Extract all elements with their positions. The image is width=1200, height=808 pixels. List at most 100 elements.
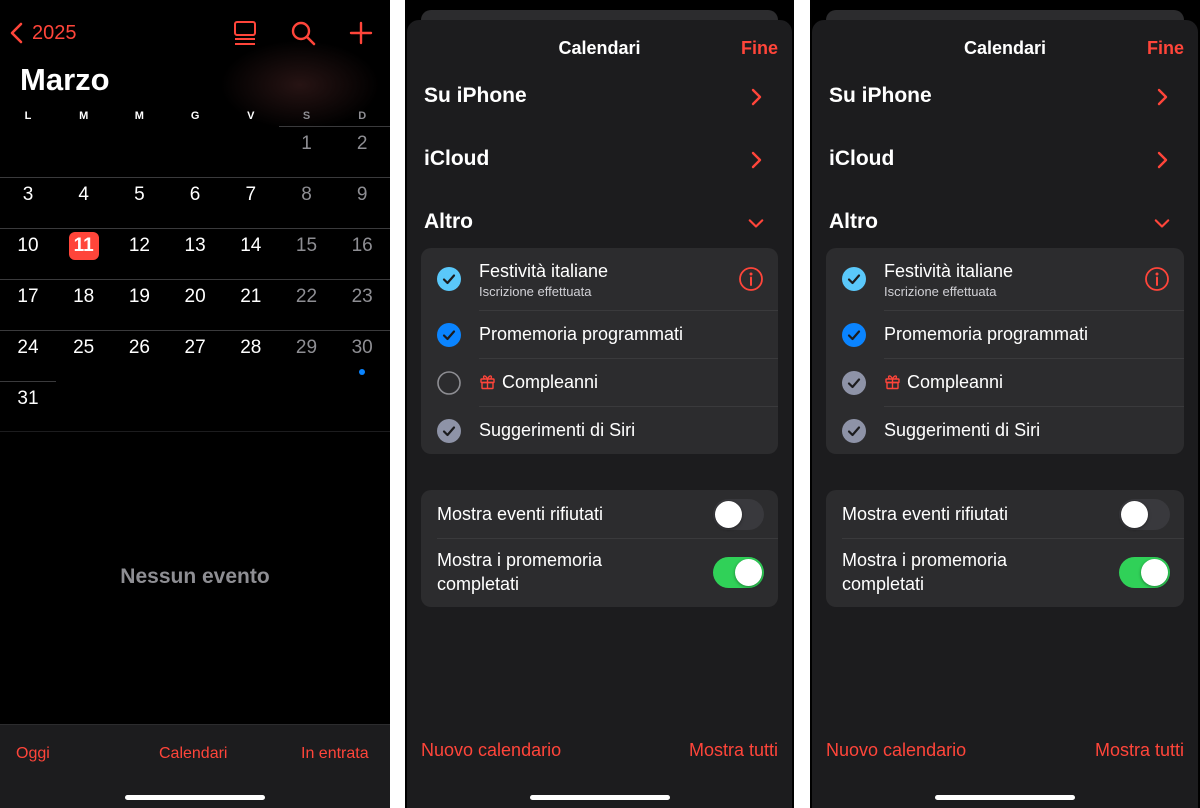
separator	[842, 538, 1184, 539]
calendar-checkbox[interactable]	[842, 371, 866, 395]
completed-reminders-toggle[interactable]	[1119, 557, 1170, 588]
new-calendar-button[interactable]: Nuovo calendario	[421, 740, 561, 761]
day-cell[interactable]: 7	[223, 180, 279, 210]
day-cell[interactable]: 21	[223, 282, 279, 312]
event-dot	[359, 369, 366, 375]
day-cell[interactable]: 27	[167, 333, 223, 363]
day-cell[interactable]: 1	[279, 129, 335, 159]
calendar-checkbox[interactable]	[842, 267, 866, 291]
day-cell[interactable]: 28	[223, 333, 279, 363]
day-cell[interactable]: 17	[0, 282, 56, 312]
calendar-checkbox[interactable]	[437, 267, 461, 291]
home-indicator	[125, 795, 265, 800]
day-cell[interactable]: 6	[167, 180, 223, 210]
day-cell[interactable]: 13	[167, 231, 223, 261]
day-cell[interactable]: 25	[56, 333, 112, 363]
calendar-item-promemoria[interactable]: Promemoria programmati	[421, 311, 778, 358]
day-number: 15	[295, 235, 318, 256]
day-cell[interactable]: 30	[334, 333, 390, 363]
day-number: 16	[351, 235, 373, 256]
other-calendars-list: Festività italiane Iscrizione effettuata…	[826, 248, 1184, 454]
day-cell[interactable]: 12	[111, 231, 167, 261]
search-icon	[291, 21, 316, 46]
checkmark-icon	[842, 267, 866, 291]
day-cell[interactable]: 19	[111, 282, 167, 312]
day-cell[interactable]: 10	[0, 231, 56, 261]
day-cell[interactable]: 26	[111, 333, 167, 363]
day-cell[interactable]: 8	[279, 180, 335, 210]
checkmark-icon	[437, 419, 461, 443]
day-cell[interactable]: 18	[56, 282, 112, 312]
day-cell[interactable]: 23	[334, 282, 390, 312]
day-cell[interactable]: 31	[0, 384, 56, 414]
toggle-knob	[1121, 501, 1148, 528]
info-icon[interactable]	[738, 266, 764, 292]
week-separator	[0, 381, 56, 382]
sheet-title: Calendari	[558, 38, 641, 58]
completed-reminders-label: Mostra i promemoria completati	[842, 550, 1008, 594]
day-cell[interactable]: 3	[0, 180, 56, 210]
new-calendar-button[interactable]: Nuovo calendario	[826, 740, 966, 761]
weekday-label: M	[134, 110, 144, 122]
day-cell[interactable]: 29	[279, 333, 335, 363]
day-cell[interactable]: 2	[334, 129, 390, 159]
today-button[interactable]: Oggi	[16, 745, 50, 763]
completed-reminders-toggle[interactable]	[713, 557, 764, 588]
day-cell[interactable]: 24	[0, 333, 56, 363]
back-to-year-button[interactable]: 2025	[8, 18, 77, 48]
calendar-item-festivita[interactable]: Festività italiane Iscrizione effettuata	[826, 248, 1184, 310]
calendar-item-promemoria[interactable]: Promemoria programmati	[826, 311, 1184, 358]
calendar-checkbox[interactable]	[842, 323, 866, 347]
list-view-icon	[234, 21, 256, 45]
day-cell[interactable]: 16	[334, 231, 390, 261]
day-cell[interactable]: 15	[279, 231, 335, 261]
declined-events-toggle[interactable]	[1119, 499, 1170, 530]
calendar-item-siri[interactable]: Suggerimenti di Siri	[826, 407, 1184, 454]
back-label: 2025	[32, 21, 77, 44]
declined-events-toggle[interactable]	[713, 499, 764, 530]
section-su-iphone[interactable]: Su iPhone	[424, 82, 776, 112]
section-altro[interactable]: Altro	[829, 208, 1182, 238]
section-icloud[interactable]: iCloud	[829, 145, 1182, 175]
day-cell[interactable]: 11	[56, 231, 112, 261]
day-number: 29	[295, 337, 318, 358]
chevron-left-icon	[10, 22, 23, 44]
section-icloud[interactable]: iCloud	[424, 145, 776, 175]
list-view-button[interactable]	[230, 18, 260, 48]
calendar-item-festivita[interactable]: Festività italiane Iscrizione effettuata	[421, 248, 778, 310]
day-cell[interactable]: 14	[223, 231, 279, 261]
calendar-checkbox[interactable]	[437, 419, 461, 443]
weekday-label: D	[358, 110, 367, 122]
day-number: 23	[351, 286, 373, 307]
toggle-knob	[715, 501, 742, 528]
calendars-button[interactable]: Calendari	[159, 745, 227, 763]
add-event-button[interactable]	[346, 18, 376, 48]
day-cell[interactable]: 4	[56, 180, 112, 210]
calendar-item-siri[interactable]: Suggerimenti di Siri	[421, 407, 778, 454]
done-button[interactable]: Fine	[1147, 38, 1184, 59]
empty-circle-icon	[437, 371, 461, 395]
section-altro[interactable]: Altro	[424, 208, 776, 238]
day-cell[interactable]: 5	[111, 180, 167, 210]
weekday-label: S	[302, 110, 311, 122]
calendar-item-compleanni[interactable]: Compleanni	[421, 359, 778, 406]
calendar-item-compleanni[interactable]: Compleanni	[826, 359, 1184, 406]
day-cell[interactable]: 22	[279, 282, 335, 312]
day-number: 9	[356, 184, 368, 205]
day-number: 5	[134, 184, 145, 205]
chevron-down-icon	[1154, 219, 1170, 228]
day-cell[interactable]: 9	[334, 180, 390, 210]
day-cell[interactable]: 20	[167, 282, 223, 312]
section-su-iphone[interactable]: Su iPhone	[829, 82, 1182, 112]
calendar-checkbox[interactable]	[842, 419, 866, 443]
calendar-name: Festività italiane	[884, 261, 1014, 281]
inbox-button[interactable]: In entrata	[301, 745, 369, 763]
show-all-button[interactable]: Mostra tutti	[689, 740, 778, 761]
show-all-button[interactable]: Mostra tutti	[1095, 740, 1184, 761]
calendar-month-screen: 2025 Marzo LMMGVSD 1 2 3 4 5 6 7 8 9 10 11 12 13 14 15…	[0, 0, 390, 808]
calendar-checkbox[interactable]	[437, 371, 461, 395]
done-button[interactable]: Fine	[741, 38, 778, 59]
calendar-checkbox[interactable]	[437, 323, 461, 347]
info-icon[interactable]	[1144, 266, 1170, 292]
search-button[interactable]	[288, 18, 318, 48]
